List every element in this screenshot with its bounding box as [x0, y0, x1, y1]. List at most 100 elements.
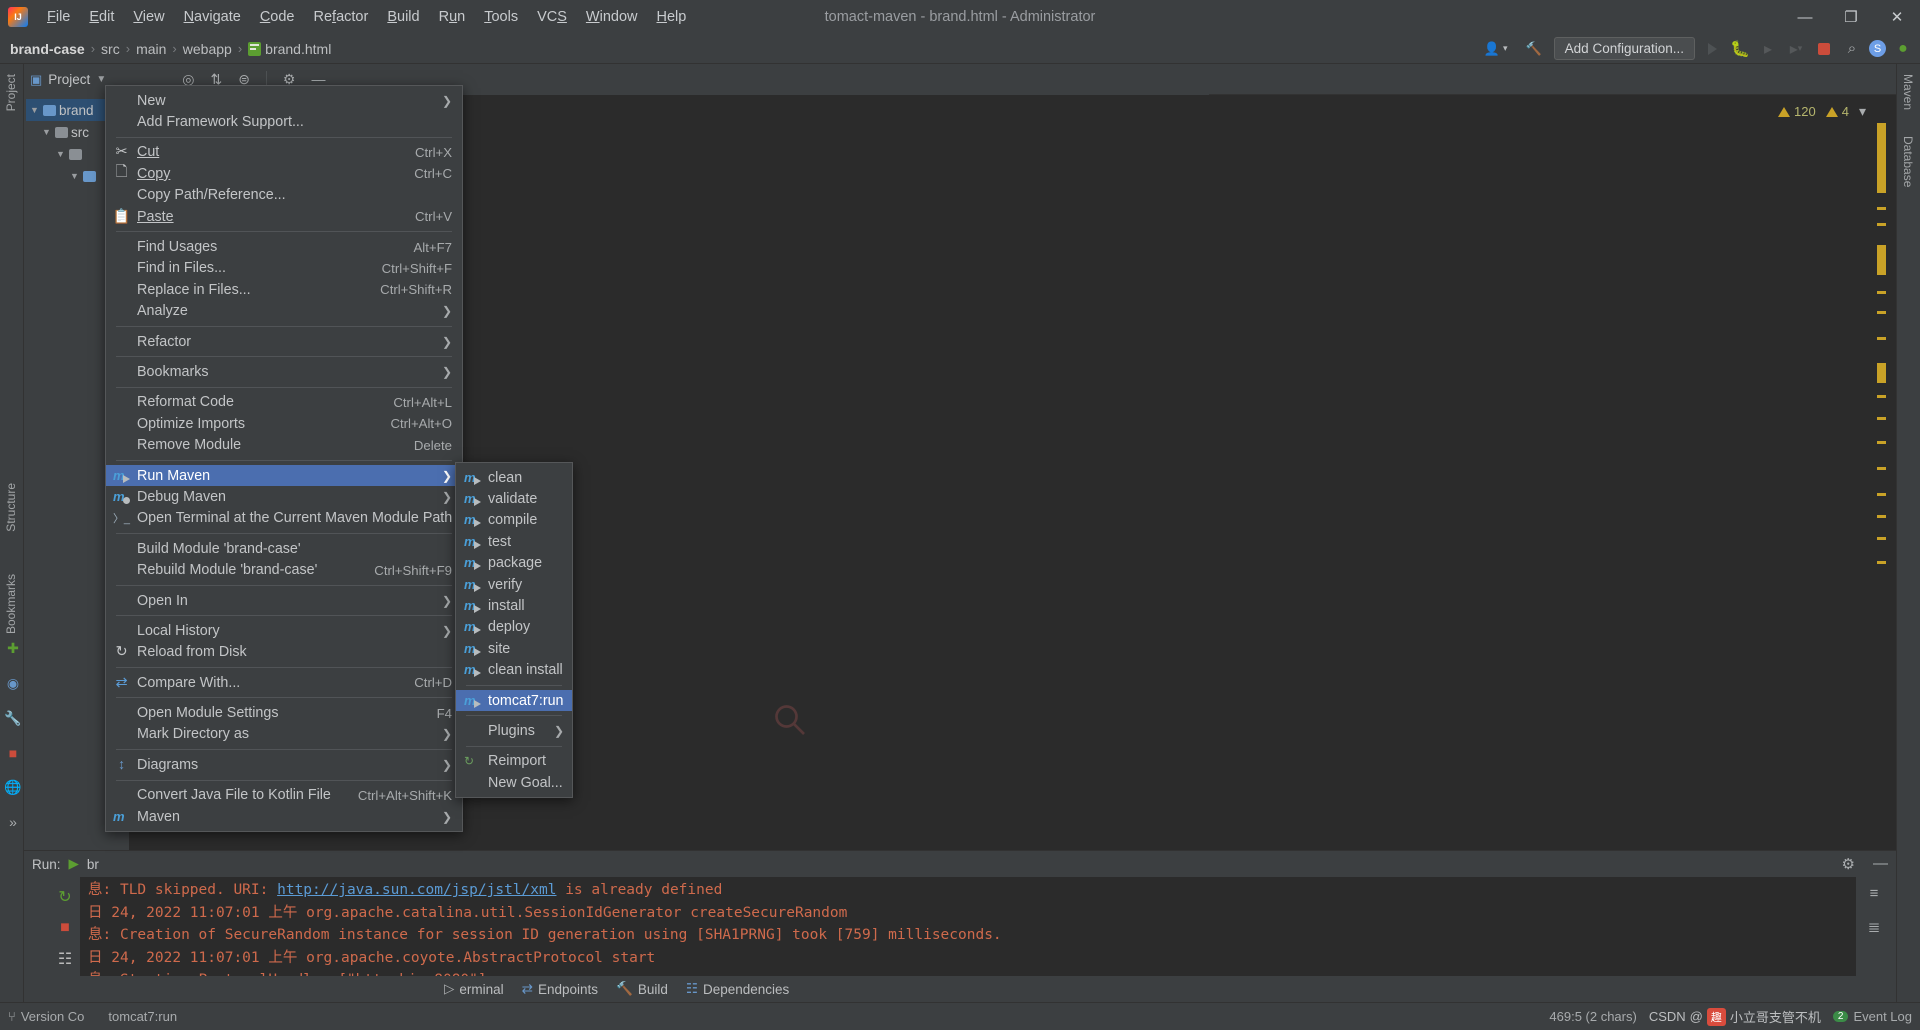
- submenu-item-reimport[interactable]: ↻ Reimport: [456, 751, 572, 772]
- menu-item-local-history[interactable]: Local History ❯: [106, 620, 462, 641]
- minimize-button[interactable]: —: [1782, 0, 1828, 34]
- menu-tools[interactable]: Tools: [475, 5, 527, 29]
- print-icon[interactable]: ≣: [1868, 918, 1881, 936]
- menu-item-run-maven[interactable]: m Run Maven ❯: [106, 464, 462, 487]
- editor-scroll-markers[interactable]: [1876, 95, 1888, 878]
- breadcrumb-item-main[interactable]: main: [132, 39, 170, 59]
- menu-item-copy-path-reference[interactable]: Copy Path/Reference...: [106, 185, 462, 206]
- submenu-item-validate[interactable]: m validate: [456, 488, 572, 509]
- submenu-item-clean-install[interactable]: m clean install: [456, 660, 572, 681]
- menu-item-diagrams[interactable]: ↕ Diagrams ❯: [106, 754, 462, 775]
- inspection-widget[interactable]: 120 4 ▾: [1778, 103, 1866, 120]
- menu-build[interactable]: Build: [378, 5, 428, 29]
- soft-wrap-icon[interactable]: ≡: [1870, 885, 1879, 902]
- submenu-item-package[interactable]: m package: [456, 553, 572, 574]
- breadcrumb-item-module[interactable]: brand-case: [6, 39, 89, 59]
- menu-code[interactable]: Code: [251, 5, 304, 29]
- menu-item-paste[interactable]: 📋 Paste Ctrl+V: [106, 206, 462, 227]
- breadcrumb[interactable]: brand-case › src › main › webapp › brand…: [6, 39, 335, 59]
- menu-item-optimize-imports[interactable]: Optimize Imports Ctrl+Alt+O: [106, 413, 462, 434]
- menu-view[interactable]: View: [124, 5, 173, 29]
- caret-position[interactable]: 469:5 (2 chars): [1549, 1009, 1636, 1024]
- rerun-icon[interactable]: ↻: [55, 887, 75, 907]
- breadcrumb-item-webapp[interactable]: webapp: [179, 39, 236, 59]
- menu-item-open-in[interactable]: Open In ❯: [106, 590, 462, 611]
- submenu-item-install[interactable]: m install: [456, 595, 572, 616]
- context-menu[interactable]: New ❯ Add Framework Support... ✂ Cut Ctrl+X…: [105, 85, 463, 833]
- bottom-tab-build[interactable]: 🔨 Build: [616, 981, 668, 997]
- tool-button-maven[interactable]: Maven: [1897, 68, 1919, 116]
- menu-item-copy[interactable]: 🗋 Copy Ctrl+C: [106, 163, 462, 184]
- close-button[interactable]: ✕: [1874, 0, 1920, 34]
- search-icon[interactable]: ⌕: [1841, 38, 1863, 60]
- stop-icon[interactable]: ■: [9, 745, 17, 761]
- run-console-output[interactable]: 息: TLD skipped. URI: http://java.sun.com…: [80, 877, 1856, 976]
- menu-vcs[interactable]: VCS: [528, 5, 576, 29]
- submenu-item-tomcat7-run[interactable]: m tomcat7:run: [456, 689, 572, 712]
- menu-edit[interactable]: Edit: [80, 5, 123, 29]
- submenu-item-plugins[interactable]: Plugins ❯: [456, 720, 572, 741]
- stop-icon[interactable]: ■: [55, 919, 75, 937]
- submenu-item-new-goal[interactable]: New Goal...: [456, 772, 572, 793]
- menu-item-find-usages[interactable]: Find Usages Alt+F7: [106, 236, 462, 257]
- menu-item-remove-module[interactable]: Remove Module Delete: [106, 434, 462, 455]
- stop-button[interactable]: [1813, 38, 1835, 60]
- console-link[interactable]: http://java.sun.com/jsp/jstl/xml: [277, 882, 556, 898]
- breadcrumb-item-file[interactable]: brand.html: [244, 39, 335, 59]
- menu-refactor[interactable]: Refactor: [305, 5, 378, 29]
- bottom-tab-terminal[interactable]: ▷ erminal: [444, 981, 504, 997]
- menu-item-analyze[interactable]: Analyze ❯: [106, 301, 462, 322]
- error-count[interactable]: 4: [1825, 104, 1849, 119]
- tool-button-project[interactable]: Project: [0, 68, 22, 117]
- wrench-icon[interactable]: 🔧: [4, 710, 21, 727]
- bottom-tab-endpoints[interactable]: ⇄ Endpoints: [522, 981, 598, 997]
- menu-item-build-module[interactable]: Build Module 'brand-case': [106, 538, 462, 559]
- tool-button-bookmarks[interactable]: Bookmarks: [0, 568, 22, 640]
- profile-button[interactable]: ▸ ▾: [1785, 38, 1807, 60]
- more-icon[interactable]: »: [9, 814, 17, 830]
- chevron-down-icon[interactable]: ▼: [42, 127, 52, 137]
- menu-item-open-terminal-maven[interactable]: 〉_ Open Terminal at the Current Maven Mo…: [106, 508, 462, 529]
- tool-button-database[interactable]: Database: [1897, 130, 1919, 193]
- menu-item-find-in-files[interactable]: Find in Files... Ctrl+Shift+F: [106, 258, 462, 279]
- status-run-config[interactable]: tomcat7:run: [108, 1009, 177, 1024]
- menu-item-open-module-settings[interactable]: Open Module Settings F4: [106, 702, 462, 723]
- submenu-item-clean[interactable]: m clean: [456, 467, 572, 488]
- menu-navigate[interactable]: Navigate: [175, 5, 250, 29]
- submenu-item-test[interactable]: m test: [456, 531, 572, 552]
- submenu-item-deploy[interactable]: m deploy: [456, 617, 572, 638]
- menu-file[interactable]: File: [38, 5, 79, 29]
- add-configuration-button[interactable]: Add Configuration...: [1553, 37, 1695, 60]
- run-with-coverage-button[interactable]: ▸: [1757, 38, 1779, 60]
- menu-item-refactor[interactable]: Refactor ❯: [106, 331, 462, 352]
- submenu-item-site[interactable]: m site: [456, 638, 572, 659]
- bottom-tab-dependencies[interactable]: ☷ Dependencies: [686, 981, 789, 997]
- menu-item-bookmarks[interactable]: Bookmarks ❯: [106, 361, 462, 382]
- menu-item-replace-in-files[interactable]: Replace in Files... Ctrl+Shift+R: [106, 279, 462, 300]
- chevron-down-icon[interactable]: ▼: [96, 74, 106, 85]
- updates-icon[interactable]: ●: [1892, 38, 1914, 60]
- bottom-tool-tabs[interactable]: ▷ erminal ⇄ Endpoints 🔨 Build ☷ Dependencies: [24, 976, 1896, 1002]
- menu-help[interactable]: Help: [647, 5, 695, 29]
- menu-item-debug-maven[interactable]: m Debug Maven ❯: [106, 486, 462, 507]
- add-icon[interactable]: ✚: [7, 640, 19, 657]
- submenu-item-compile[interactable]: m compile: [456, 510, 572, 531]
- chevron-down-icon[interactable]: ▼: [30, 105, 40, 115]
- run-settings-icon[interactable]: ⚙: [1842, 855, 1855, 873]
- menu-item-cut[interactable]: ✂ Cut Ctrl+X: [106, 142, 462, 163]
- chevron-down-icon[interactable]: ▾: [1859, 103, 1866, 120]
- maximize-button[interactable]: ❐: [1828, 0, 1874, 34]
- menu-window[interactable]: Window: [577, 5, 647, 29]
- submenu-item-verify[interactable]: m verify: [456, 574, 572, 595]
- hammer-icon[interactable]: 🔨: [1519, 38, 1547, 60]
- warning-count[interactable]: 120: [1778, 104, 1816, 119]
- avatar[interactable]: S: [1869, 40, 1886, 57]
- menu-item-reload-from-disk[interactable]: ↻ Reload from Disk: [106, 642, 462, 663]
- run-button[interactable]: [1701, 38, 1723, 60]
- chevron-down-icon[interactable]: ▼: [56, 149, 66, 159]
- menu-item-add-framework-support[interactable]: Add Framework Support...: [106, 111, 462, 132]
- debug-button[interactable]: 🐛: [1729, 38, 1751, 60]
- breadcrumb-item-src[interactable]: src: [97, 39, 124, 59]
- main-menu-bar[interactable]: File Edit View Navigate Code Refactor Bu…: [38, 5, 695, 29]
- menu-item-compare-with[interactable]: ⇄ Compare With... Ctrl+D: [106, 672, 462, 693]
